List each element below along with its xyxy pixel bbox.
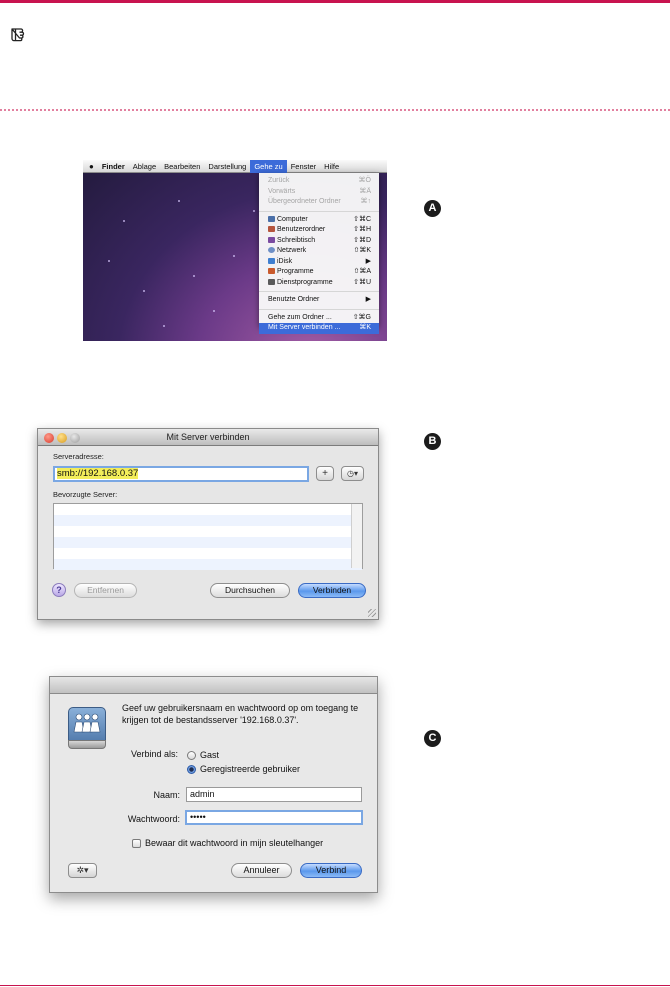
menu-fenster[interactable]: Fenster [287, 160, 320, 173]
list-item [54, 526, 362, 537]
desktop-icon [268, 236, 275, 243]
menu-item-recent-folders[interactable]: Benutzte Ordner ▶ [259, 295, 379, 306]
guest-radio[interactable] [187, 751, 196, 760]
password-label: Wachtwoord: [127, 814, 180, 824]
menu-item-computer[interactable]: Computer ⇧⌘C [259, 215, 379, 226]
home-icon [268, 226, 275, 232]
remove-button[interactable]: Entfernen [74, 583, 137, 598]
step-marker-a: A [424, 200, 441, 217]
pointing-hand-icon [11, 28, 25, 42]
add-favorite-button[interactable]: + [316, 466, 334, 481]
menu-item-utilities[interactable]: Dienstprogramme ⇧⌘U [259, 278, 379, 289]
keychain-checkbox[interactable] [132, 839, 141, 848]
name-label: Naam: [153, 790, 180, 800]
favorite-servers-label: Bevorzugte Server: [53, 490, 118, 499]
menu-item-forward: Vorwärts ⌘Ä [268, 187, 371, 195]
idisk-icon [268, 257, 275, 264]
menu-item-applications[interactable]: Programme ⇧⌘A [259, 267, 379, 278]
dialog-titlebar [50, 677, 377, 694]
step-marker-c: C [424, 730, 441, 747]
menu-ablage[interactable]: Ablage [129, 160, 160, 173]
menu-finder[interactable]: Finder [98, 160, 129, 173]
password-input[interactable]: ••••• [185, 810, 363, 825]
guest-option-label: Gast [200, 750, 220, 760]
menu-item-connect-to-server[interactable]: Mit Server verbinden ... ⌘K [259, 323, 379, 334]
bottom-rule [0, 985, 670, 986]
dialog-title: Mit Server verbinden [166, 432, 250, 442]
utilities-icon [268, 278, 275, 285]
gear-icon[interactable]: ✲▾ [68, 863, 97, 878]
menu-separator [259, 291, 379, 292]
list-item [54, 515, 362, 526]
menu-bearbeiten[interactable]: Bearbeiten [160, 160, 204, 173]
list-item [54, 504, 362, 515]
menu-item-network[interactable]: Netzwerk ⇧⌘K [259, 246, 379, 257]
applications-icon [268, 268, 275, 274]
menu-darstellung[interactable]: Darstellung [204, 160, 250, 173]
connect-to-server-dialog: Mit Server verbinden Serveradresse: smb:… [37, 428, 379, 620]
connect-button[interactable]: Verbind [300, 863, 362, 878]
name-input[interactable]: admin [186, 787, 362, 802]
zoom-window-icon[interactable] [70, 433, 80, 443]
resize-grip-icon[interactable] [368, 609, 376, 617]
menu-item-desktop[interactable]: Schreibtisch ⇧⌘D [259, 236, 379, 247]
menu-item-idisk[interactable]: iDisk ▶ [259, 257, 379, 268]
server-address-label: Serveradresse: [53, 452, 104, 461]
menu-hilfe[interactable]: Hilfe [320, 160, 343, 173]
connect-as-label: Verbind als: [130, 749, 178, 759]
menu-separator [259, 308, 379, 310]
menu-item-go-to-folder[interactable]: Gehe zum Ordner ... ⇧⌘G [259, 313, 379, 324]
network-globe-icon [268, 247, 275, 253]
server-address-input[interactable]: smb://192.168.0.37 [53, 466, 309, 482]
menu-separator [259, 210, 379, 212]
menu-item-enclosing-folder: Übergeordneter Ordner ⌘↑ [268, 198, 371, 205]
computer-icon [268, 215, 275, 222]
list-item [54, 548, 362, 559]
apple-menu-icon[interactable]: ● [83, 160, 98, 173]
menu-bar: ● Finder Ablage Bearbeiten Darstellung G… [83, 160, 387, 173]
login-dialog: Geef uw gebruikersnaam en wachtwoord op … [49, 676, 378, 893]
list-item [54, 559, 362, 570]
connect-button[interactable]: Verbinden [298, 583, 366, 598]
file-server-icon [68, 707, 106, 749]
registered-user-radio[interactable] [187, 765, 196, 774]
dialog-titlebar: Mit Server verbinden [38, 429, 378, 446]
keychain-checkbox-label: Bewaar dit wachtwoord in mijn sleutelhan… [145, 838, 324, 848]
minimize-window-icon[interactable] [57, 433, 67, 443]
menu-item-home[interactable]: Benutzerordner ⇧⌘H [259, 225, 379, 236]
menu-gehe-zu[interactable]: Gehe zu [250, 160, 287, 173]
finder-go-menu-screenshot: ● Finder Ablage Bearbeiten Darstellung G… [83, 160, 387, 341]
browse-button[interactable]: Durchsuchen [210, 583, 290, 598]
go-menu-dropdown: Zurück ⌘Ö Vorwärts ⌘Ä Übergeordneter Ordne… [259, 173, 379, 334]
close-window-icon[interactable] [44, 433, 54, 443]
registered-user-option-label: Geregistreerde gebruiker [200, 764, 301, 774]
recent-servers-button[interactable]: ◷▾ [341, 466, 364, 481]
login-message: Geef uw gebruikersnaam en wachtwoord op … [122, 703, 359, 725]
dotted-divider [0, 109, 670, 111]
favorite-servers-list[interactable] [53, 503, 363, 570]
top-rule [0, 0, 670, 3]
cancel-button[interactable]: Annuleer [231, 863, 292, 878]
list-scrollbar[interactable] [351, 504, 362, 568]
step-marker-b: B [424, 433, 441, 450]
list-item [54, 537, 362, 548]
menu-item-back: Zurück ⌘Ö [268, 177, 371, 184]
help-icon[interactable]: ? [52, 583, 66, 597]
